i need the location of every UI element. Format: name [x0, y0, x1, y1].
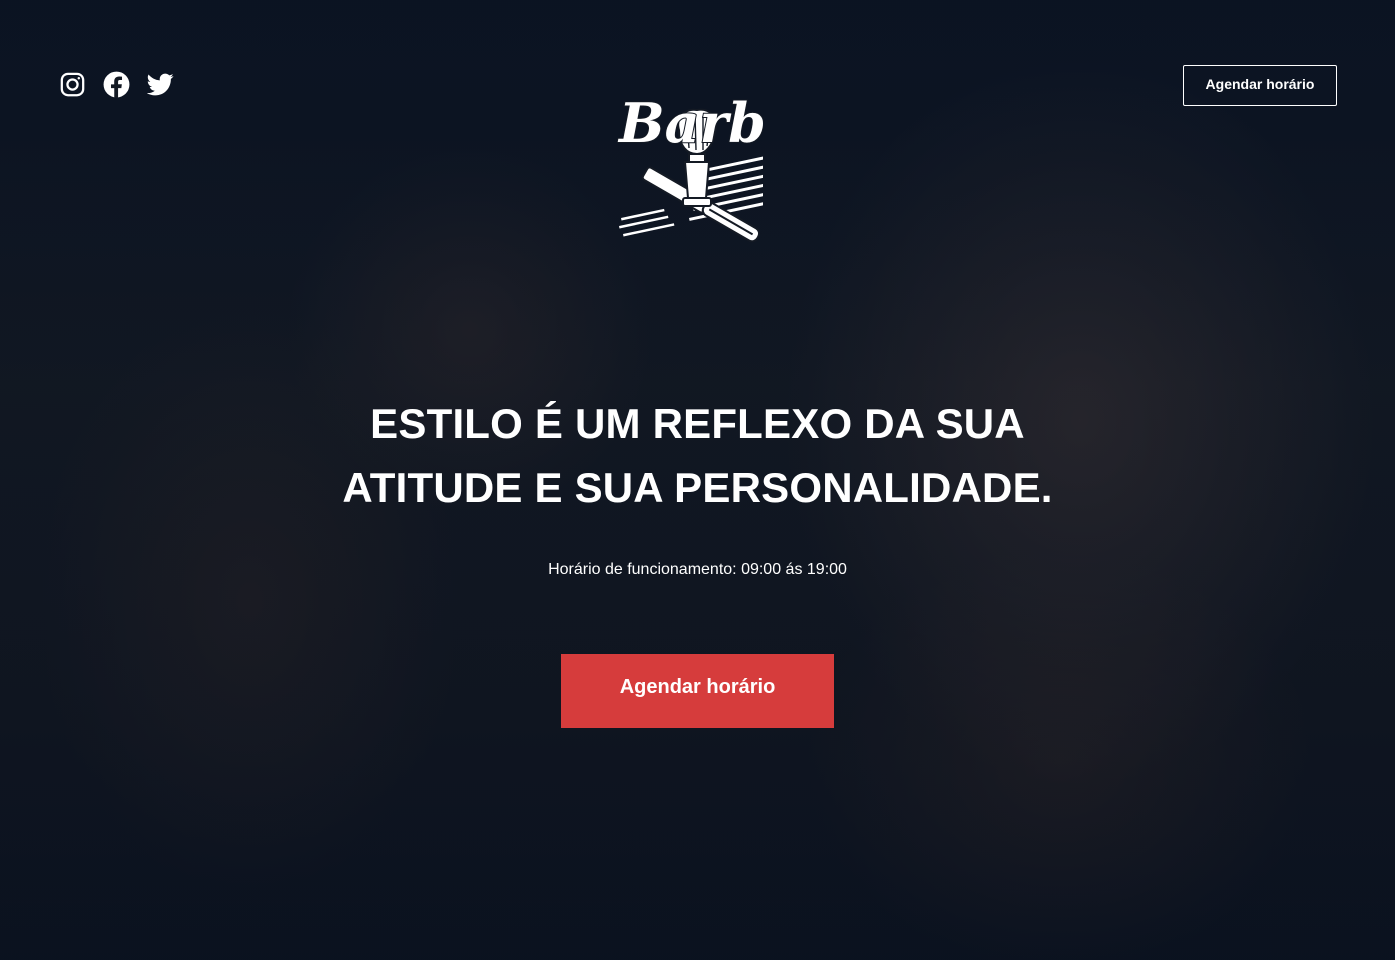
- svg-text:Barber: Barber: [617, 91, 763, 155]
- headline-line-2: ATITUDE E SUA PERSONALIDADE.: [342, 464, 1053, 511]
- header-schedule-button[interactable]: Agendar horário: [1183, 65, 1337, 106]
- barber-logo: Barber: [617, 50, 763, 252]
- instagram-icon: [60, 72, 85, 97]
- twitter-link[interactable]: [147, 71, 174, 98]
- facebook-link[interactable]: [103, 71, 130, 98]
- headline-line-1: ESTILO É UM REFLEXO DA SUA: [370, 400, 1025, 447]
- hero-headline: ESTILO É UM REFLEXO DA SUA ATITUDE E SUA…: [0, 392, 1395, 520]
- instagram-link[interactable]: [59, 71, 86, 98]
- social-links: [59, 71, 174, 98]
- facebook-icon: [103, 71, 130, 98]
- opening-hours-text: Horário de funcionamento: 09:00 ás 19:00: [548, 561, 847, 578]
- hero-section: Barber Agendar horário ESTILO É UM REFLE…: [0, 0, 1395, 960]
- hero-schedule-button[interactable]: Agendar horário: [561, 654, 834, 728]
- twitter-icon: [147, 73, 174, 96]
